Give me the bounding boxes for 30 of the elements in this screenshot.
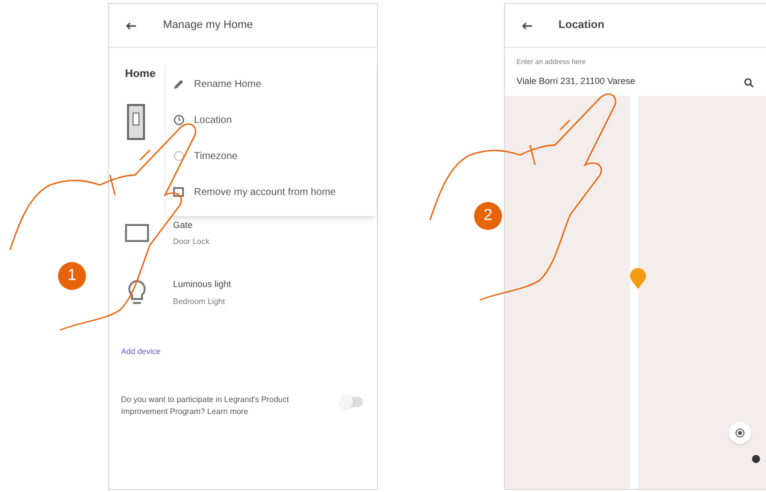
back-arrow-icon[interactable] [125, 22, 137, 30]
device-row[interactable]: Gate Door Lock [123, 218, 362, 248]
crosshair-icon [734, 428, 744, 438]
program-text: Do you want to participate in Legrand's Product Improvement Program? Learn more [121, 394, 290, 418]
back-arrow-icon[interactable] [520, 22, 532, 30]
section-title: Home [125, 67, 156, 82]
bulb-icon [127, 278, 147, 307]
device-type: Door Lock [173, 236, 210, 248]
device-name: Gate [173, 218, 194, 232]
address-value: Viale Borri 231, 21100 Varese [516, 74, 636, 88]
step-number-badge: 1 [58, 262, 86, 290]
menu-item[interactable]: Rename Home [166, 66, 376, 102]
device-row[interactable]: Luminous light Bedroom Light [123, 278, 362, 308]
search-icon[interactable] [744, 78, 754, 88]
step-number-badge: 2 [474, 202, 502, 230]
menu-item[interactable]: Remove my account from home [166, 174, 376, 210]
menu-item[interactable]: Location [166, 102, 376, 138]
location-pin-icon [628, 268, 646, 290]
gate-icon [124, 222, 150, 244]
screen-title: Location [558, 18, 604, 34]
screen-title: Manage my Home [163, 18, 253, 34]
toggle-switch[interactable] [341, 396, 363, 406]
add-device-link[interactable]: Add device [121, 346, 376, 358]
pencil-icon [173, 78, 185, 90]
clock-icon [173, 114, 185, 126]
menu-item[interactable]: Timezone [166, 138, 376, 174]
my-location-button[interactable] [728, 422, 750, 444]
device-type: Bedroom Light [173, 296, 226, 308]
device-name: Luminous light [173, 278, 232, 291]
door-panel-icon [125, 102, 147, 140]
